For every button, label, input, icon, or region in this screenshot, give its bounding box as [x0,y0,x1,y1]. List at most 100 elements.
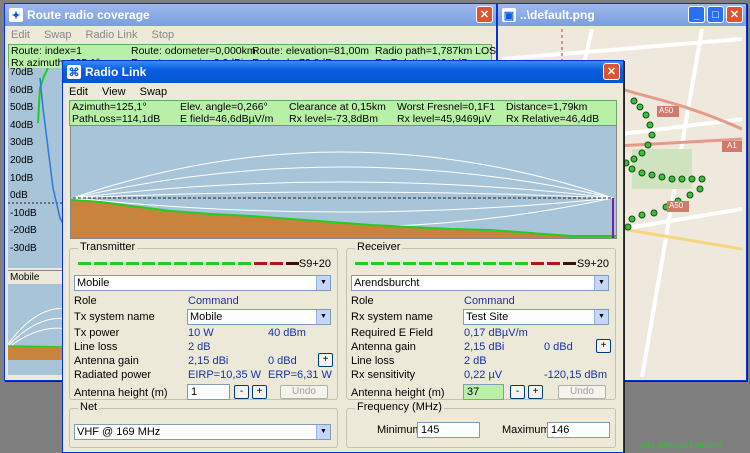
net-select[interactable]: VHF @ 169 MHz ▼ [74,424,331,440]
rx-height-plus-button[interactable]: + [528,385,543,399]
rx-height-minus-button[interactable]: - [510,385,525,399]
tx-system-value: Mobile [190,311,223,323]
tx-lineloss-label: Line loss [74,341,118,353]
route-level-line [37,67,49,124]
route-coverage-title: Route radio coverage [27,8,150,22]
radio-info-pathloss: PathLoss=114,1dB [72,113,161,125]
route-info-cell: Radio path=1,787km LOS [375,45,497,57]
radio-link-menubar: Edit View Swap [63,83,623,101]
map-road-label-a1: A1 [727,141,737,150]
chevron-down-icon: ▼ [316,310,330,324]
radio-menu-swap[interactable]: Swap [140,86,168,98]
frequency-min-input[interactable]: 145 [417,422,480,438]
rx-role-value: Command [464,295,515,307]
route-graph: 70dB 60dB 50dB 40dB 30dB 20dB 10dB 0dB -… [8,67,69,268]
route-menu-edit[interactable]: Edit [11,29,30,41]
rx-lineloss-value: 2 dB [464,355,487,367]
radio-info-elevation: Elev. angle=0,266° [180,101,268,113]
radio-link-icon: ⌘ [67,65,81,79]
route-y-tick: 60dB [10,84,34,96]
route-info-cell: Route: elevation=81,00m [252,45,370,57]
chevron-down-icon: ▼ [594,276,608,290]
app-icon: ✦ [9,8,23,22]
route-coverage-titlebar[interactable]: ✦ Route radio coverage ✕ [5,4,496,26]
map-close-button[interactable]: ✕ [726,6,743,23]
net-value: VHF @ 169 MHz [77,426,161,438]
route-y-tick: -10dB [10,207,37,219]
tx-lineloss-value: 2 dB [188,341,211,353]
rx-system-select[interactable]: Test Site ▼ [463,309,609,325]
radio-info-azimuth: Azimuth=125,1° [72,101,147,113]
rx-role-label: Role [351,295,374,307]
radio-info-clearance: Clearance at 0,15km [289,101,386,113]
radio-menu-view[interactable]: View [102,86,126,98]
radio-info-fresnel: Worst Fresnel=0,1F1 [397,101,496,113]
route-y-tick: -30dB [10,242,37,254]
route-y-axis: 70dB 60dB 50dB 40dB 30dB 20dB 10dB 0dB -… [10,64,37,258]
route-menu-radiolink[interactable]: Radio Link [86,29,138,41]
route-mobile-label: Mobile [8,271,68,284]
route-menu-stop[interactable]: Stop [151,29,174,41]
map-title: ..\default.png [520,8,595,22]
tx-system-select[interactable]: Mobile ▼ [187,309,331,325]
radio-menu-edit[interactable]: Edit [69,86,88,98]
frequency-max-label: Maximum [502,424,550,436]
tx-gain-dbd: 0 dBd [268,355,297,367]
tx-power-label: Tx power [74,327,120,339]
tx-power-watt: 10 W [188,327,214,339]
rx-efield-value: 0,17 dBµV/m [464,327,528,339]
rx-height-label: Antenna height (m) [351,387,445,399]
rx-sensitivity-uv: 0,22 µV [464,369,503,381]
transmitter-group: Transmitter S9+20 Mobile ▼ Role Command … [69,241,338,400]
frequency-min-label: Minimum [377,424,422,436]
radio-link-titlebar[interactable]: ⌘ Radio Link ✕ [63,61,623,83]
map-minimize-button[interactable]: _ [688,6,705,23]
tx-gain-label: Antenna gain [74,355,139,367]
tx-height-plus-button[interactable]: + [252,385,267,399]
route-y-tick: 20dB [10,154,34,166]
map-road-label-a50: A50 [659,106,674,115]
tx-radiated-label: Radiated power [74,369,152,381]
radio-info-rxlevel-uv: Rx level=45,9469µV [397,113,492,125]
radio-link-title: Radio Link [85,65,147,79]
tx-role-label: Role [74,295,97,307]
radio-link-close-button[interactable]: ✕ [603,63,620,80]
radio-info-rxlevel-dbm: Rx level=-73,8dBm [289,113,378,125]
route-close-button[interactable]: ✕ [476,6,493,23]
rx-height-input[interactable]: 37 [463,384,504,400]
route-terrain-top [7,345,69,348]
tx-gain-plus-button[interactable]: + [318,353,333,367]
frequency-group: Frequency (MHz) Minimum 145 Maximum 146 [346,401,616,448]
radio-info-efield: E field=46,6dBµV/m [180,113,274,125]
route-y-tick: 50dB [10,102,34,114]
radio-info-rxrelative: Rx Relative=46,4dB [506,113,600,125]
tx-height-label: Antenna height (m) [74,387,168,399]
route-menubar: Edit Swap Radio Link Stop [5,26,496,44]
tx-station-select[interactable]: Mobile ▼ [74,275,331,291]
net-group: Net VHF @ 169 MHz ▼ [69,401,338,448]
route-y-tick: 30dB [10,137,34,149]
tx-gain-dbi: 2,15 dBi [188,355,229,367]
map-titlebar[interactable]: ▣ ..\default.png _ □ ✕ [498,4,746,26]
route-menu-swap[interactable]: Swap [44,29,72,41]
rx-station-select[interactable]: Arendsburcht ▼ [351,275,609,291]
rx-gain-dbd: 0 dBd [544,341,573,353]
net-title: Net [78,401,100,413]
image-file-icon: ▣ [502,8,516,22]
radio-link-window: ⌘ Radio Link ✕ Edit View Swap Azimuth=12… [62,60,624,453]
receiver-title: Receiver [355,241,403,253]
tx-height-input[interactable]: 1 [187,384,230,400]
rx-undo-button[interactable]: Undo [558,385,606,399]
rx-efield-label: Required E Field [351,327,433,339]
tx-undo-button[interactable]: Undo [280,385,328,399]
map-road-label-a50-2: A50 [669,201,684,210]
rx-lineloss-label: Line loss [351,355,395,367]
route-y-tick: -20dB [10,225,37,237]
map-maximize-button[interactable]: □ [707,6,724,23]
radio-info-distance: Distance=1,79km [506,101,588,113]
frequency-max-input[interactable]: 146 [547,422,610,438]
route-fresnel [7,307,69,349]
route-terrain [8,346,68,360]
tx-height-minus-button[interactable]: - [234,385,249,399]
rx-gain-plus-button[interactable]: + [596,339,611,353]
